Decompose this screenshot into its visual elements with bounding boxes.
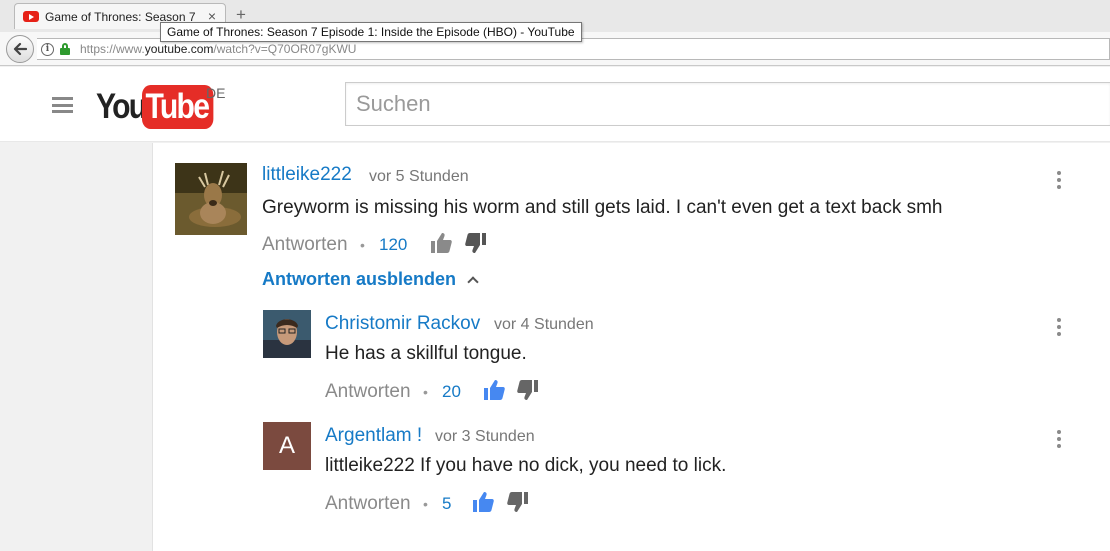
like-count: 20 (442, 382, 461, 401)
comment-menu-icon[interactable] (1057, 430, 1061, 448)
thumbs-down-icon[interactable] (517, 380, 539, 400)
comment-author[interactable]: littleike222 (262, 164, 352, 186)
reply-author[interactable]: Argentlam ! (325, 425, 422, 447)
url-prefix: https://www. (80, 42, 145, 56)
thumbs-up-icon[interactable] (430, 233, 452, 253)
youtube-favicon-icon (23, 11, 39, 22)
country-code: DE (206, 85, 226, 101)
search-input[interactable] (345, 82, 1110, 126)
separator-dot: • (423, 496, 428, 512)
comment-time[interactable]: vor 5 Stunden (369, 168, 469, 186)
like-count: 120 (379, 235, 408, 254)
thumbs-down-icon[interactable] (465, 233, 487, 253)
url-text[interactable]: https://www.youtube.com/watch?v=Q70OR07g… (80, 42, 356, 56)
avatar[interactable] (175, 163, 247, 235)
reply-time[interactable]: vor 4 Stunden (494, 316, 594, 334)
person-avatar-image (263, 310, 311, 358)
separator-dot: • (360, 237, 365, 253)
reply-text: He has a skillful tongue. (325, 343, 527, 364)
back-arrow-icon (13, 42, 27, 56)
deer-avatar-image (175, 163, 247, 235)
logo-tube-text: Tube (142, 85, 214, 129)
chevron-up-icon (467, 275, 479, 288)
avatar[interactable] (263, 310, 311, 358)
reply-time[interactable]: vor 3 Stunden (435, 428, 535, 446)
avatar[interactable]: A (263, 422, 311, 470)
logo-you-text: You (96, 87, 147, 126)
reply-button[interactable]: Antworten (262, 234, 348, 256)
thumbs-up-icon[interactable] (472, 492, 494, 512)
thumbs-up-icon[interactable] (483, 380, 505, 400)
comments-section: littleike222 vor 5 Stunden Greyworm is m… (152, 143, 1110, 551)
url-domain: youtube.com (144, 42, 214, 56)
separator-dot: • (423, 384, 428, 400)
menu-icon[interactable] (52, 97, 73, 113)
url-path: /watch?v=Q70OR07gKWU (213, 42, 357, 56)
info-icon[interactable]: i (41, 42, 54, 56)
reply-comment: Christomir Rackov vor 4 Stunden He has a… (153, 303, 1110, 413)
reply-text: littleike222 If you have no dick, you ne… (325, 455, 727, 476)
thumbs-down-icon[interactable] (507, 492, 529, 512)
lock-icon (60, 43, 70, 55)
hide-replies-label: Antworten ausblenden (262, 269, 457, 289)
hide-replies-button[interactable]: Antworten ausblenden (262, 269, 479, 290)
comment-menu-icon[interactable] (1057, 318, 1061, 336)
comment-text: Greyworm is missing his worm and still g… (262, 197, 943, 218)
youtube-header: You Tube DE (0, 67, 1110, 142)
like-count: 5 (442, 494, 452, 513)
reply-button[interactable]: Antworten (325, 493, 411, 515)
reply-comment: A Argentlam ! vor 3 Stunden littleike222… (153, 415, 1110, 525)
back-button[interactable] (6, 35, 34, 63)
reply-button[interactable]: Antworten (325, 381, 411, 403)
tab-tooltip: Game of Thrones: Season 7 Episode 1: Ins… (160, 22, 582, 42)
comment-menu-icon[interactable] (1057, 171, 1061, 189)
reply-author[interactable]: Christomir Rackov (325, 313, 480, 335)
